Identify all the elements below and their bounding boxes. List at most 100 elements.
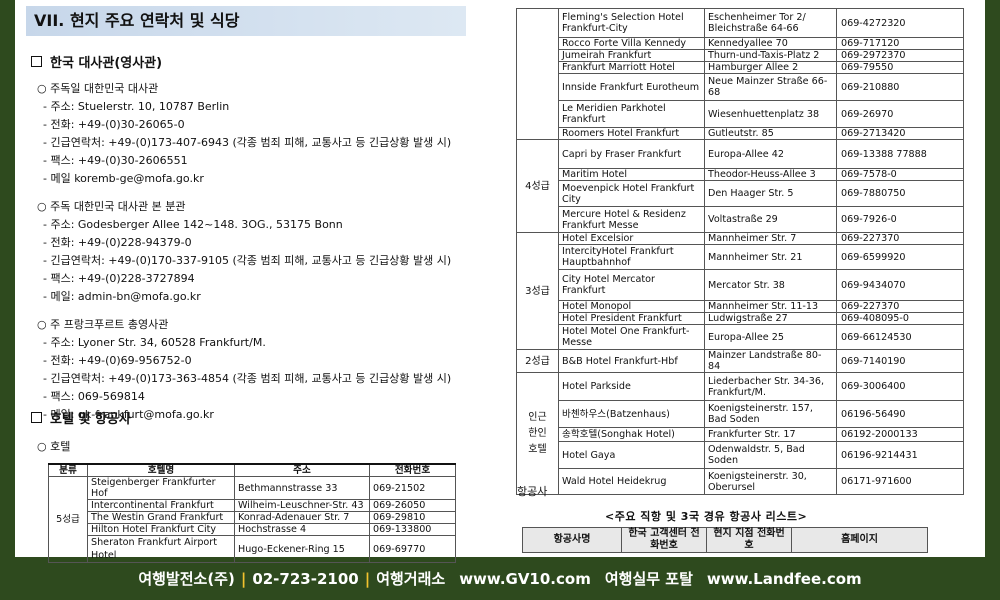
hotel-addr-cell: Ludwigstraße 27 [704, 312, 837, 325]
hotel-name-cell: 바첸하우스(Batzenhaus) [558, 400, 705, 428]
table-row: The Westin Grand Frankfurt Konrad-Adenaue… [49, 511, 456, 524]
hotel-tel-cell: 069-3006400 [836, 372, 964, 401]
hotel-tel-cell: 069-66124530 [836, 324, 964, 350]
hotel-addr-cell: Konrad-Adenauer Str. 7 [234, 511, 370, 524]
grade-cell: 5성급 [48, 476, 88, 563]
hotel-tel-cell: 069-26970 [836, 100, 964, 128]
hotel-name-cell: Sheraton Frankfurt Airport Hotel [87, 535, 235, 563]
hotel-name-cell: Jumeirah Frankfurt [558, 49, 705, 62]
table-row: Hilton Hotel Frankfurt City Hochstrasse 4… [49, 523, 456, 536]
table-row: Frankfurt Marriott Hotel Hamburger Allee … [517, 61, 964, 74]
airline-col-name: 항공사명 [522, 527, 622, 553]
airline-col-local-phone: 현지 지점 전화번호 [706, 527, 792, 553]
hotel-name-cell: Hotel President Frankfurt [558, 312, 705, 325]
table-row: 5성급 Steigenberger Frankfurter Hof Bethmann… [48, 476, 456, 563]
hotel-addr-cell: Mannheimer Str. 7 [704, 232, 837, 245]
footer-site2[interactable]: www.Landfee.com [707, 570, 862, 588]
grade-cell: 2성급 [516, 349, 559, 373]
table-row: 인근 한인 호텔 Hotel Parkside Liederbacher Str. … [516, 372, 964, 495]
hotel-addr-cell: Mannheimer Str. 11-13 [704, 300, 837, 313]
table-row: Mercure Hotel & Residenz Frankfurt Messe… [517, 206, 964, 233]
embassy-detail-line: - 메일 koremb-ge@mofa.go.kr [43, 172, 204, 185]
checkbox-square-icon [31, 56, 42, 67]
hotel-name-cell: IntercityHotel Frankfurt Hauptbahnhof [558, 244, 705, 270]
hotel-tel-cell: 069-7578-0 [836, 168, 964, 181]
hotel-name-cell: Hotel Excelsior [558, 232, 705, 245]
hotel-addr-cell: Thurn-und-Taxis-Platz 2 [704, 49, 837, 62]
hotel-tel-cell: 06192-2000133 [836, 427, 964, 442]
hotel-addr-cell: Mainzer Landstraße 80-84 [704, 349, 837, 373]
hotel-tel-cell: 069-2972370 [836, 49, 964, 62]
hotel-tel-cell: 069-6599920 [836, 244, 964, 270]
hotel-table-right: Fleming's Selection Hotel Frankfurt-City… [516, 8, 964, 495]
embassy-heading-label: 한국 대사관(영사관) [50, 56, 163, 71]
table-row: Jumeirah Frankfurt Thurn-und-Taxis-Platz … [517, 49, 964, 62]
grade-cell: 인근 한인 호텔 [516, 372, 559, 495]
embassy-detail-line: - 팩스: 069-569814 [43, 390, 145, 403]
table-row: Maritim Hotel Theodor-Heuss-Allee 3 069-75… [517, 168, 964, 181]
hotel-addr-cell: Koenigsteinerstr. 30, Oberursel [704, 468, 837, 495]
hotel-name-cell: B&B Hotel Frankfurt-Hbf [558, 349, 705, 373]
embassy-name: ○ 주 프랑크푸르트 총영사관 [37, 318, 169, 331]
embassy-detail-line: - 전화: +49-(0)30-26065-0 [43, 118, 185, 131]
hotel-addr-cell: Hugo-Eckener-Ring 15 [234, 535, 370, 563]
footer-name3: 여행실무 포탈 [604, 570, 693, 588]
col-header-address: 주소 [234, 463, 370, 477]
table-row: Hotel President Frankfurt Ludwigstraße 27… [517, 312, 964, 325]
hotel-addr-cell: Gutleutstr. 85 [704, 127, 837, 140]
section-title: VII. 현지 주요 연락처 및 식당 [26, 6, 466, 36]
table-row: Moevenpick Hotel Frankfurt City Den Haage… [517, 180, 964, 207]
hotel-name-cell: Innside Frankfurt Eurotheum [558, 73, 705, 101]
table-row: Hotel Gaya Odenwaldstr. 5, Bad Soden 06196… [517, 441, 964, 469]
hotel-addr-cell: Europa-Allee 42 [704, 139, 837, 169]
hotel-tel-cell: 069-7140190 [836, 349, 964, 373]
hotel-addr-cell: Wiesenhuettenplatz 38 [704, 100, 837, 128]
col-header-category: 분류 [48, 463, 88, 477]
embassy-heading: 한국 대사관(영사관) [31, 52, 162, 71]
table-row: 3성급 Hotel Excelsior Mannheimer Str. 7 069-2… [516, 232, 964, 350]
hotel-tel-cell: 069-4272320 [836, 8, 964, 38]
footer-site1[interactable]: www.GV10.com [459, 570, 591, 588]
hotel-tel-cell: 06171-971600 [836, 468, 964, 495]
checkbox-square-icon [31, 412, 42, 423]
hotel-tel-cell: 069-717120 [836, 37, 964, 50]
footer-phone: 02-723-2100 [252, 570, 359, 588]
hotel-name-cell: Le Meridien Parkhotel Frankfurt [558, 100, 705, 128]
table-row: Wald Hotel Heidekrug Koenigsteinerstr. 30… [517, 468, 964, 495]
hotel-addr-cell: Koenigsteinerstr. 157, Bad Soden [704, 400, 837, 428]
hotel-tel-cell: 069-26050 [369, 499, 456, 512]
hotel-addr-cell: Eschenheimer Tor 2/ Bleichstraße 64-66 [704, 8, 837, 38]
hotel-name-cell: The Westin Grand Frankfurt [87, 511, 235, 524]
hotel-name-cell: Hilton Hotel Frankfurt City [87, 523, 235, 536]
table-row: IntercityHotel Frankfurt Hauptbahnhof Man… [517, 244, 964, 270]
embassy-detail-line: - 주소: Lyoner Str. 34, 60528 Frankfurt/M. [43, 336, 266, 349]
table-row: Le Meridien Parkhotel Frankfurt Wiesenhue… [517, 100, 964, 128]
footer-bar: 여행발전소(주) | 02-723-2100 | 여행거래소 www.GV10.com 여행… [0, 568, 1000, 594]
embassy-detail-line: - 주소: Stuelerstr. 10, 10787 Berlin [43, 100, 230, 113]
table-row: 바첸하우스(Batzenhaus) Koenigsteinerstr. 157, … [517, 400, 964, 428]
hotel-tel-cell: 069-7880750 [836, 180, 964, 207]
table-row: 송학호텔(Songhak Hotel) Frankfurter Str. 17 06… [517, 427, 964, 442]
hotel-name-cell: City Hotel Mercator Frankfurt [558, 269, 705, 301]
footer-company: 여행발전소(주) [138, 570, 235, 588]
hotel-tel-cell: 069-210880 [836, 73, 964, 101]
hotel-tel-cell: 069-13388 77888 [836, 139, 964, 169]
hotel-addr-cell: Neue Mainzer Straße 66-68 [704, 73, 837, 101]
hotel-addr-cell: Theodor-Heuss-Allee 3 [704, 168, 837, 181]
hotel-name-cell: Hotel Monopol [558, 300, 705, 313]
table-row: Hotel Motel One Frankfurt-Messe Europa-Al… [517, 324, 964, 350]
hotel-addr-cell: Europa-Allee 25 [704, 324, 837, 350]
hotel-name-cell: Rocco Forte Villa Kennedy [558, 37, 705, 50]
hotel-airline-heading-label: 호텔 및 항공사 [50, 412, 131, 427]
embassy-detail-line: - 팩스: +49-(0)228-3727894 [43, 272, 195, 285]
table-row: City Hotel Mercator Frankfurt Mercator St… [517, 269, 964, 301]
hotel-name-cell: Frankfurt Marriott Hotel [558, 61, 705, 74]
airline-table: 항공사명 한국 고객센터 전화번호 현지 지점 전화번호 홈페이지 [522, 527, 928, 553]
hotel-tel-cell: 069-227370 [836, 300, 964, 313]
hotel-name-cell: Hotel Parkside [558, 372, 705, 401]
hotel-addr-cell: Mercator Str. 38 [704, 269, 837, 301]
hotel-table-5star: 분류 호텔명 주소 전화번호 5성급 Steigenberger Frankfur… [48, 463, 456, 563]
embassy-detail-line: - 메일: admin-bn@mofa.go.kr [43, 290, 201, 303]
embassy-detail-line: - 전화: +49-(0)228-94379-0 [43, 236, 192, 249]
embassy-list: ○ 주독일 대한민국 대사관 - 주소: Stuelerstr. 10, 1078… [37, 80, 451, 434]
